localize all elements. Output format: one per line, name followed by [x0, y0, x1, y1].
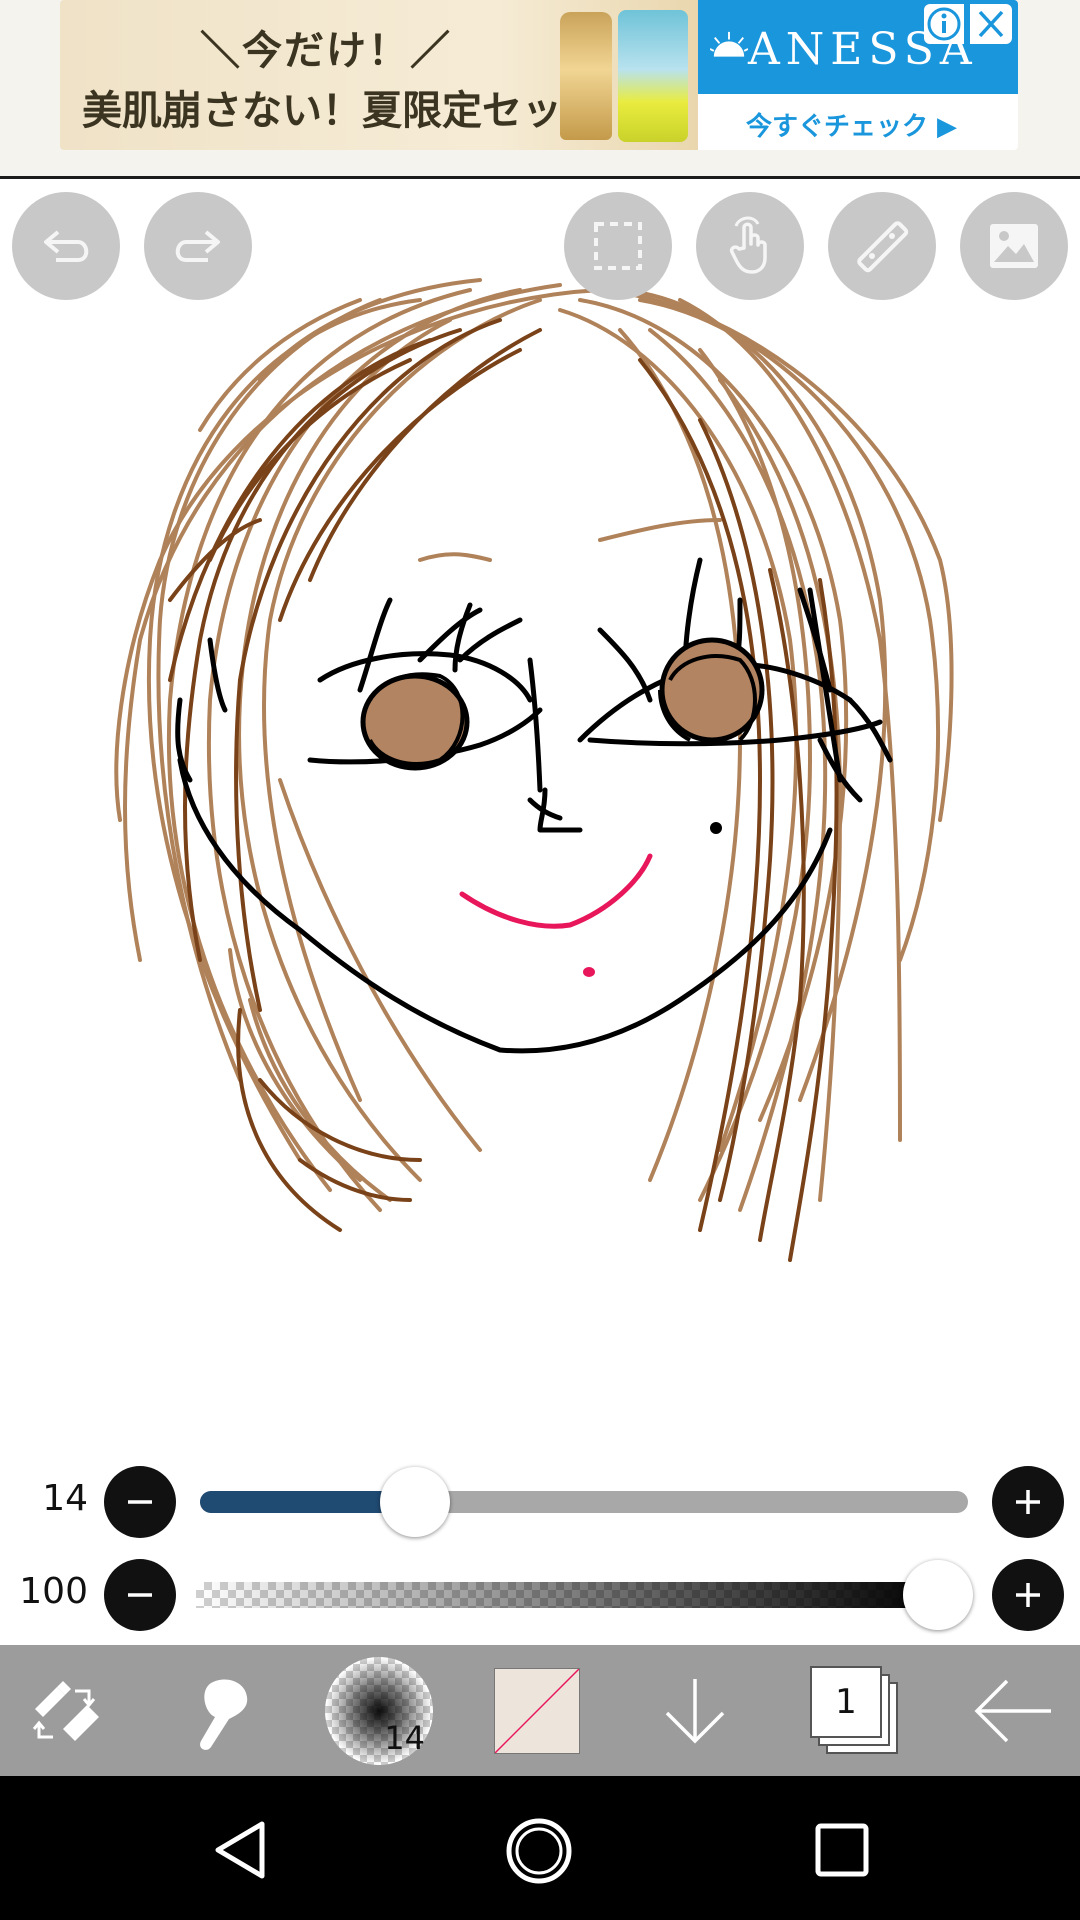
opacity-decrease-button[interactable] [104, 1559, 176, 1631]
ad-cta-link[interactable]: 今すぐチェック ▶ [746, 106, 957, 143]
fill-tool-button[interactable] [168, 1645, 278, 1776]
sun-logo-icon [710, 31, 748, 57]
bottom-toolbar: 14 1 [0, 1645, 1080, 1776]
sketch-face [114, 278, 954, 1262]
info-icon[interactable] [924, 4, 964, 44]
layers-icon: 1 [810, 1665, 900, 1756]
ad-product-box [618, 10, 688, 142]
tool-switch-button[interactable] [14, 1645, 124, 1776]
ad-banner[interactable]: ＼今だけ！／ 美肌崩さない！夏限定セット ANESSA 今すぐチェック ▶ [0, 0, 1080, 179]
layers-button[interactable]: 1 [800, 1645, 910, 1776]
ad-subheadline: 美肌崩さない！夏限定セット [82, 88, 602, 134]
undo-icon [44, 230, 89, 262]
back-triangle-icon[interactable] [210, 1818, 274, 1882]
minus-icon [128, 1593, 152, 1597]
color-button[interactable] [482, 1645, 592, 1776]
image-button[interactable] [960, 192, 1068, 300]
close-icon[interactable] [970, 4, 1012, 44]
plus-icon [1016, 1490, 1040, 1514]
ruler-button[interactable] [828, 192, 936, 300]
download-button[interactable] [640, 1645, 750, 1776]
back-button[interactable] [958, 1645, 1068, 1776]
redo-button[interactable] [144, 192, 252, 300]
ad-headline: ＼今だけ！／ [200, 28, 452, 74]
brush-size-slider-thumb[interactable] [380, 1467, 451, 1537]
android-nav-bar [0, 1776, 1080, 1920]
home-circle-icon[interactable] [504, 1816, 574, 1886]
brush-size-increase-button[interactable] [992, 1466, 1064, 1538]
opacity-slider-thumb[interactable] [903, 1560, 973, 1630]
redo-icon [175, 230, 220, 262]
opacity-value: 100 [19, 1571, 88, 1612]
opacity-increase-button[interactable] [992, 1559, 1064, 1631]
drawing-canvas[interactable] [0, 179, 1080, 1645]
brush-size-value: 14 [42, 1478, 88, 1519]
undo-button[interactable] [12, 192, 120, 300]
selection-icon [594, 222, 642, 270]
hand-tool-button[interactable] [696, 192, 804, 300]
recents-square-icon[interactable] [812, 1820, 872, 1880]
brush-size-decrease-button[interactable] [104, 1466, 176, 1538]
brush-size-label: 14 [384, 1718, 425, 1757]
ruler-icon [857, 221, 909, 273]
brush-preview: 14 [325, 1656, 433, 1765]
ad-creative[interactable]: ＼今だけ！／ 美肌崩さない！夏限定セット ANESSA 今すぐチェック ▶ [60, 0, 1018, 150]
selection-button[interactable] [564, 192, 672, 300]
back-arrow-icon [974, 1679, 1051, 1742]
minus-icon [128, 1500, 152, 1504]
download-icon [665, 1678, 725, 1743]
color-swatch [494, 1667, 580, 1754]
image-icon [990, 224, 1038, 268]
brush-button[interactable]: 14 [324, 1645, 434, 1776]
opacity-slider[interactable] [196, 1582, 938, 1608]
ad-product-bottle [560, 12, 612, 140]
tool-switch-icon [32, 1680, 99, 1741]
plus-icon [1016, 1583, 1040, 1607]
fill-icon [200, 1678, 248, 1750]
hand-icon [729, 216, 767, 274]
layer-count: 1 [835, 1681, 857, 1722]
